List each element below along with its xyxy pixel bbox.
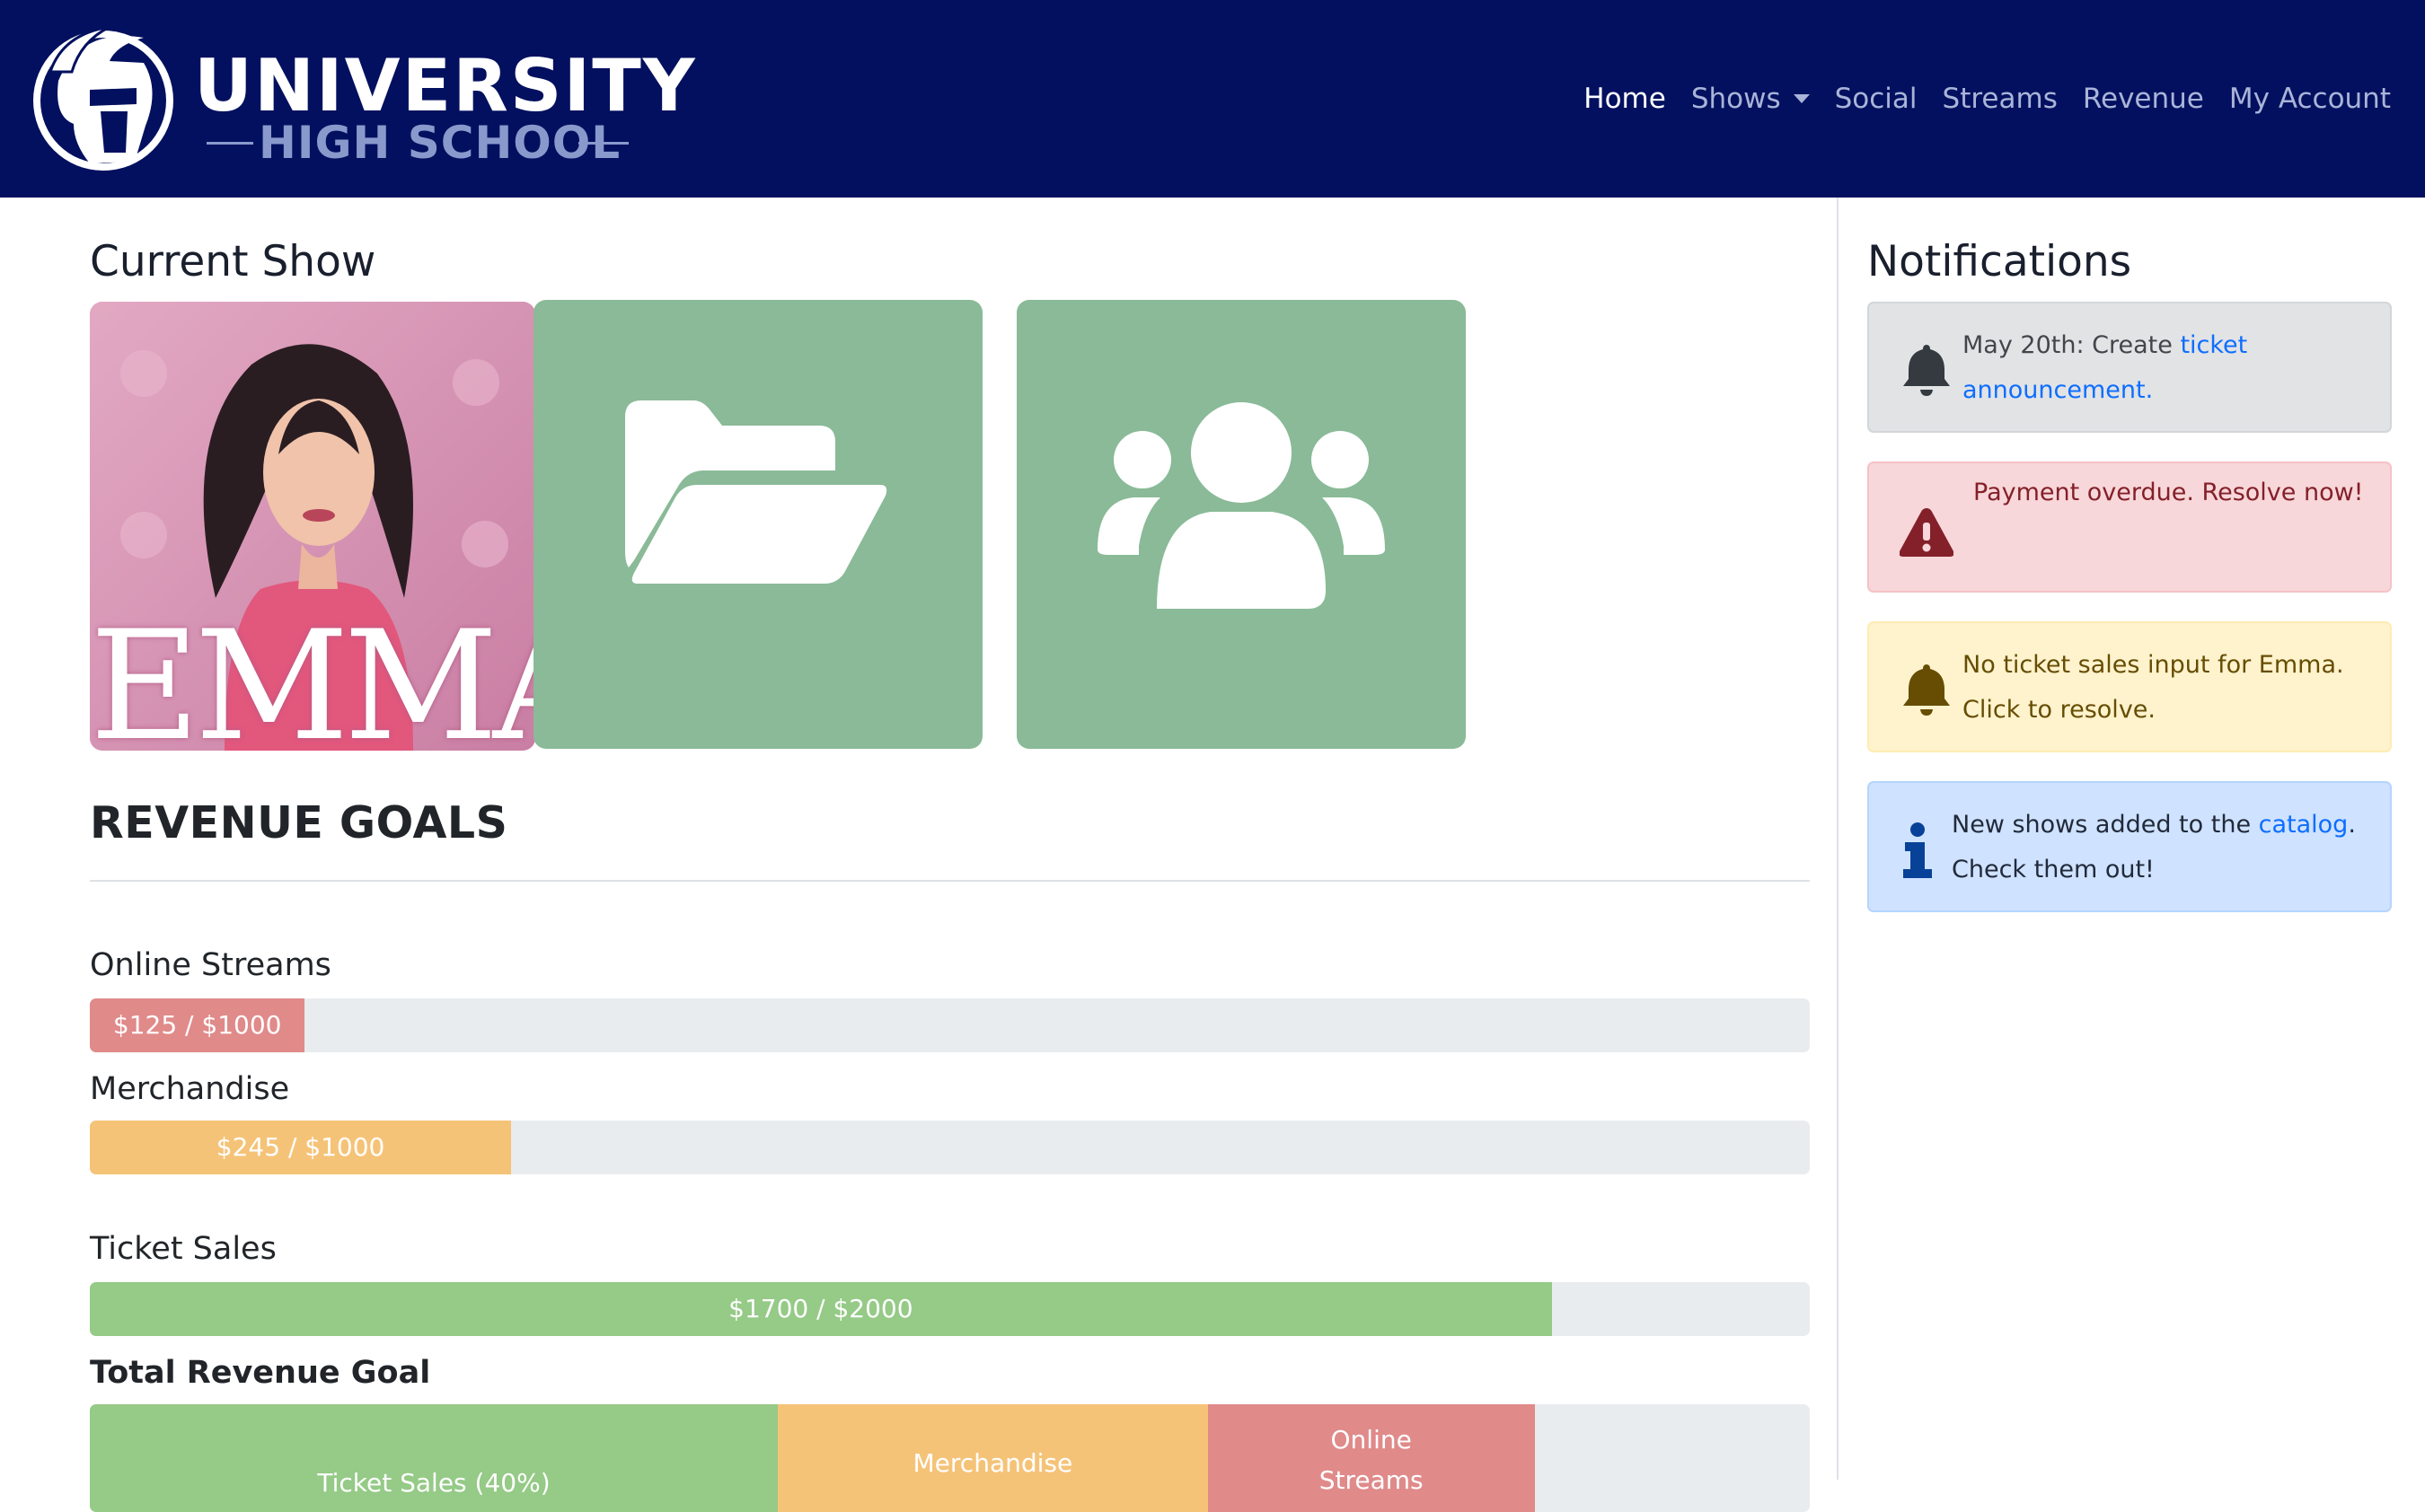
top-navbar: UNIVERSITY HIGH SCHOOL Home Shows Social… <box>0 0 2425 198</box>
cast-members-tile[interactable] <box>1017 300 1466 749</box>
progress-online-streams: $125 / $1000 <box>90 998 1810 1052</box>
total-segment-ticket-sales-label: Ticket Sales (40%) <box>317 1468 551 1498</box>
notifications-sidebar: Notifications May 20th: Create ticket an… <box>1837 198 2425 1480</box>
notifications-heading: Notifications <box>1867 237 2132 286</box>
progress-text-online-streams: $125 / $1000 <box>112 1009 282 1040</box>
notification-new-shows[interactable]: New shows added to the catalog. Check th… <box>1867 781 2392 912</box>
warning-triangle-icon <box>1900 508 1953 557</box>
progress-text-merchandise: $245 / $1000 <box>216 1131 385 1162</box>
revenue-goals-heading: REVENUE GOALS <box>90 797 508 848</box>
notification-text: May 20th: Create ticket announcement. <box>1962 323 2376 413</box>
main-content: Current Show EMMA <box>0 198 1837 1512</box>
logo-rule-left <box>207 142 253 145</box>
poster-title: EMMA <box>90 598 535 751</box>
total-segment-online-streams: Online Streams <box>1207 1404 1535 1512</box>
total-segment-merchandise: Merchandise <box>778 1404 1208 1512</box>
progress-bar-ticket-sales: $1700 / $2000 <box>90 1282 1552 1336</box>
notification-ticket-announcement[interactable]: May 20th: Create ticket announcement. <box>1867 302 2392 433</box>
nav-revenue-label: Revenue <box>2082 83 2204 115</box>
progress-bar-online-streams: $125 / $1000 <box>90 998 305 1052</box>
notification-payment-overdue[interactable]: Payment overdue. Resolve now! <box>1867 462 2392 593</box>
current-show-heading: Current Show <box>90 237 376 286</box>
nav-shows-dropdown[interactable]: Shows <box>1691 79 1810 119</box>
info-icon <box>1903 822 1932 878</box>
goal-label-total: Total Revenue Goal <box>90 1355 431 1391</box>
school-name-line2: HIGH SCHOOL <box>259 117 622 169</box>
notification-text-part: May 20th: Create <box>1962 331 2181 359</box>
nav-shows-label: Shows <box>1690 83 1781 115</box>
progress-total-revenue: Ticket Sales (40%) Merchandise Online St… <box>90 1404 1810 1512</box>
notification-text-part: New shows added to the <box>1952 811 2259 839</box>
progress-merchandise: $245 / $1000 <box>90 1121 1810 1174</box>
trojan-helmet-logo-icon <box>33 25 173 171</box>
goal-label-merchandise: Merchandise <box>90 1071 290 1107</box>
goal-label-ticket-sales: Ticket Sales <box>90 1231 277 1267</box>
goal-label-online-streams: Online Streams <box>90 947 331 983</box>
school-logo[interactable]: UNIVERSITY HIGH SCHOOL <box>27 18 695 180</box>
notification-text: No ticket sales input for Emma. Click to… <box>1962 651 2344 724</box>
notification-ticket-sales-missing[interactable]: No ticket sales input for Emma. Click to… <box>1867 621 2392 752</box>
catalog-link[interactable]: catalog <box>2259 811 2349 839</box>
total-segment-online-streams-label: Online Streams <box>1318 1425 1424 1495</box>
show-poster[interactable]: EMMA <box>90 302 535 751</box>
progress-text-ticket-sales: $1700 / $2000 <box>728 1293 913 1323</box>
nav-my-account[interactable]: My Account <box>2229 79 2391 119</box>
folder-open-icon <box>625 400 887 584</box>
divider <box>90 880 1810 882</box>
bell-icon <box>1903 345 1950 396</box>
nav-social[interactable]: Social <box>1835 79 1918 119</box>
caret-down-icon <box>1793 94 1810 103</box>
nav-my-account-label: My Account <box>2228 83 2391 115</box>
nav-home-label: Home <box>1583 83 1666 115</box>
total-segment-merchandise-label: Merchandise <box>913 1448 1073 1478</box>
school-name-line1: UNIVERSITY <box>194 44 697 127</box>
nav-home[interactable]: Home <box>1583 79 1666 119</box>
progress-ticket-sales: $1700 / $2000 <box>90 1282 1810 1336</box>
show-files-tile[interactable] <box>534 300 983 749</box>
notification-text: New shows added to the catalog. Check th… <box>1952 803 2365 892</box>
notification-text: Payment overdue. Resolve now! <box>1973 479 2364 506</box>
nav-streams[interactable]: Streams <box>1943 79 2058 119</box>
progress-bar-merchandise: $245 / $1000 <box>90 1121 512 1174</box>
bell-icon <box>1903 664 1950 716</box>
nav-social-label: Social <box>1834 83 1918 115</box>
nav-menu: Home Shows Social Streams Revenue My Acc… <box>1583 79 2391 119</box>
users-icon <box>1098 402 1385 609</box>
total-segment-ticket-sales: Ticket Sales (40%) <box>90 1404 778 1512</box>
logo-rule-right <box>578 142 629 145</box>
nav-streams-label: Streams <box>1942 83 2058 115</box>
nav-revenue[interactable]: Revenue <box>2083 79 2204 119</box>
